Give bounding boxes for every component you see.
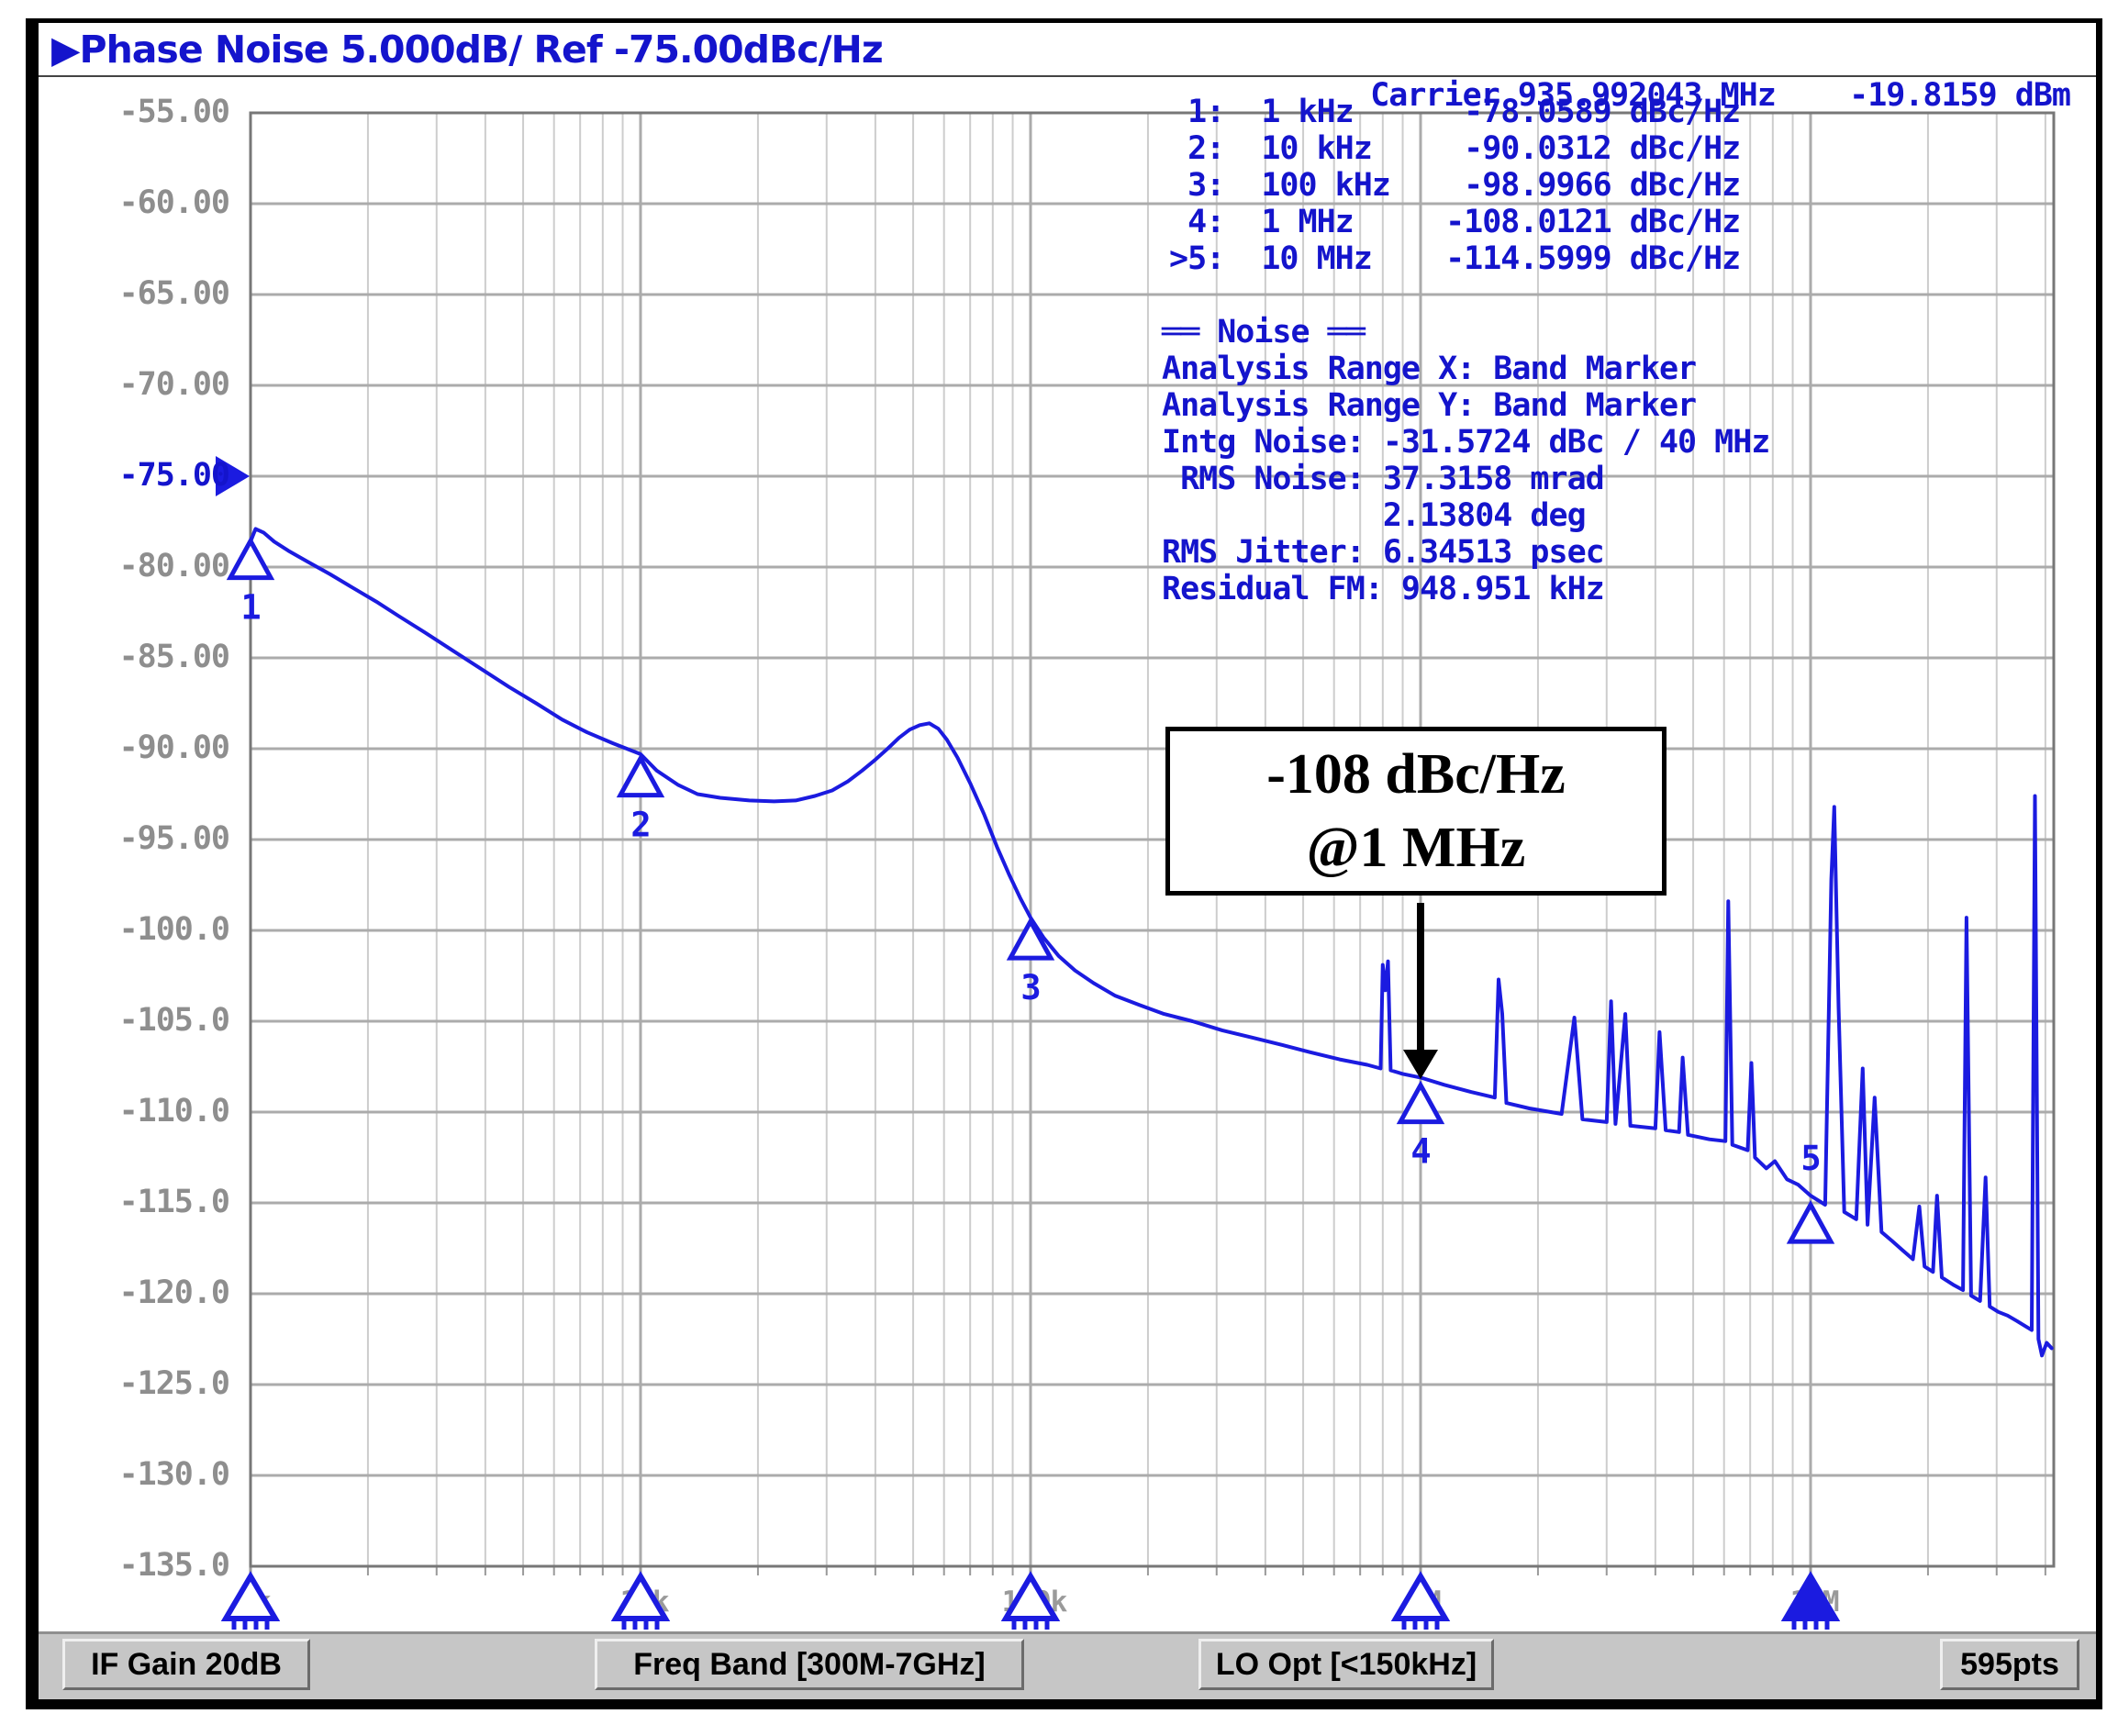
active-trace-icon: ▶: [51, 28, 80, 72]
y-axis-label: -60.00: [50, 184, 229, 221]
trace-title: ▶Phase Noise 5.000dB/ Ref -75.00dBc/Hz: [51, 28, 883, 72]
marker-readout-row: >5: 10 MHz -114.5999 dBc/Hz: [1169, 240, 1740, 277]
plot-grid: [251, 113, 2054, 1577]
y-axis-label: -85.00: [50, 639, 229, 675]
y-axis-label: -100.0: [50, 911, 229, 948]
y-axis-label: -65.00: [50, 275, 229, 312]
trace-title-text: Phase Noise 5.000dB/ Ref -75.00dBc/Hz: [80, 28, 883, 72]
freq-band-button[interactable]: Freq Band [300M-7GHz]: [595, 1639, 1024, 1690]
noise-analysis-line: Analysis Range Y: Band Marker: [1162, 387, 1769, 424]
y-axis-label: -95.00: [50, 820, 229, 857]
y-axis-label: -120.0: [50, 1274, 229, 1311]
trace-marker-number: 4: [1410, 1132, 1430, 1172]
noise-analysis-line: 2.13804 deg: [1162, 497, 1769, 534]
y-axis-label: -90.00: [50, 729, 229, 766]
trace-marker-triangle[interactable]: [1400, 1085, 1441, 1122]
y-axis-label: -125.0: [50, 1365, 229, 1402]
marker-readout-row: 1: 1 kHz -78.0589 dBc/Hz: [1169, 94, 1740, 130]
y-axis-label: -70.00: [50, 366, 229, 403]
y-axis-label: -75.00: [50, 457, 229, 494]
if-gain-button[interactable]: IF Gain 20dB: [62, 1639, 310, 1690]
trace-marker-triangle[interactable]: [1790, 1205, 1831, 1241]
y-axis-label: -130.0: [50, 1456, 229, 1493]
marker-table: 1: 1 kHz -78.0589 dBc/Hz 2: 10 kHz -90.0…: [1169, 94, 1740, 277]
annotation-line1: -108 dBc/Hz: [1266, 738, 1565, 811]
points-badge: 595pts: [1940, 1639, 2079, 1690]
marker-readout-row: 4: 1 MHz -108.0121 dBc/Hz: [1169, 204, 1740, 240]
trace-marker-triangle[interactable]: [230, 541, 271, 578]
y-axis-label: -80.00: [50, 548, 229, 584]
marker-readout-row: 3: 100 kHz -98.9966 dBc/Hz: [1169, 167, 1740, 204]
trace-marker-number: 1: [240, 588, 260, 628]
noise-analysis-line: Intg Noise: -31.5724 dBc / 40 MHz: [1162, 424, 1769, 461]
carrier-power: -19.8159 dBm: [1849, 77, 2070, 114]
lo-opt-button[interactable]: LO Opt [<150kHz]: [1198, 1639, 1494, 1690]
noise-analysis: ══ Noise ══Analysis Range X: Band Marker…: [1162, 314, 1769, 607]
x-axis-band-markers: 1k10k100k1M10M: [226, 1576, 1839, 1630]
annotation-callout: -108 dBc/Hz @1 MHz: [1165, 727, 1667, 896]
annotation-line2: @1 MHz: [1307, 811, 1525, 885]
noise-analysis-line: RMS Noise: 37.3158 mrad: [1162, 461, 1769, 497]
status-bar: [39, 1631, 2096, 1699]
phase-noise-trace: [251, 529, 2052, 1355]
phase-noise-plot: 1k10k100k1M10M 1 2 3 4 5: [0, 0, 2118, 1736]
trace-marker-number: 2: [630, 806, 650, 845]
trace-marker-triangle[interactable]: [620, 759, 661, 796]
y-axis-label: -135.0: [50, 1547, 229, 1584]
noise-analysis-line: Analysis Range X: Band Marker: [1162, 351, 1769, 387]
trace-marker-number: 3: [1020, 968, 1040, 1007]
trace-marker-number: 5: [1800, 1139, 1820, 1178]
y-axis-label: -55.00: [50, 94, 229, 130]
y-axis-label: -115.0: [50, 1184, 229, 1220]
noise-analysis-line: Residual FM: 948.951 kHz: [1162, 571, 1769, 607]
marker-readout-row: 2: 10 kHz -90.0312 dBc/Hz: [1169, 130, 1740, 167]
noise-analysis-line: RMS Jitter: 6.34513 psec: [1162, 534, 1769, 571]
noise-heading: ══ Noise ══: [1162, 314, 1769, 351]
y-axis-label: -110.0: [50, 1093, 229, 1130]
y-axis-label: -105.0: [50, 1002, 229, 1039]
